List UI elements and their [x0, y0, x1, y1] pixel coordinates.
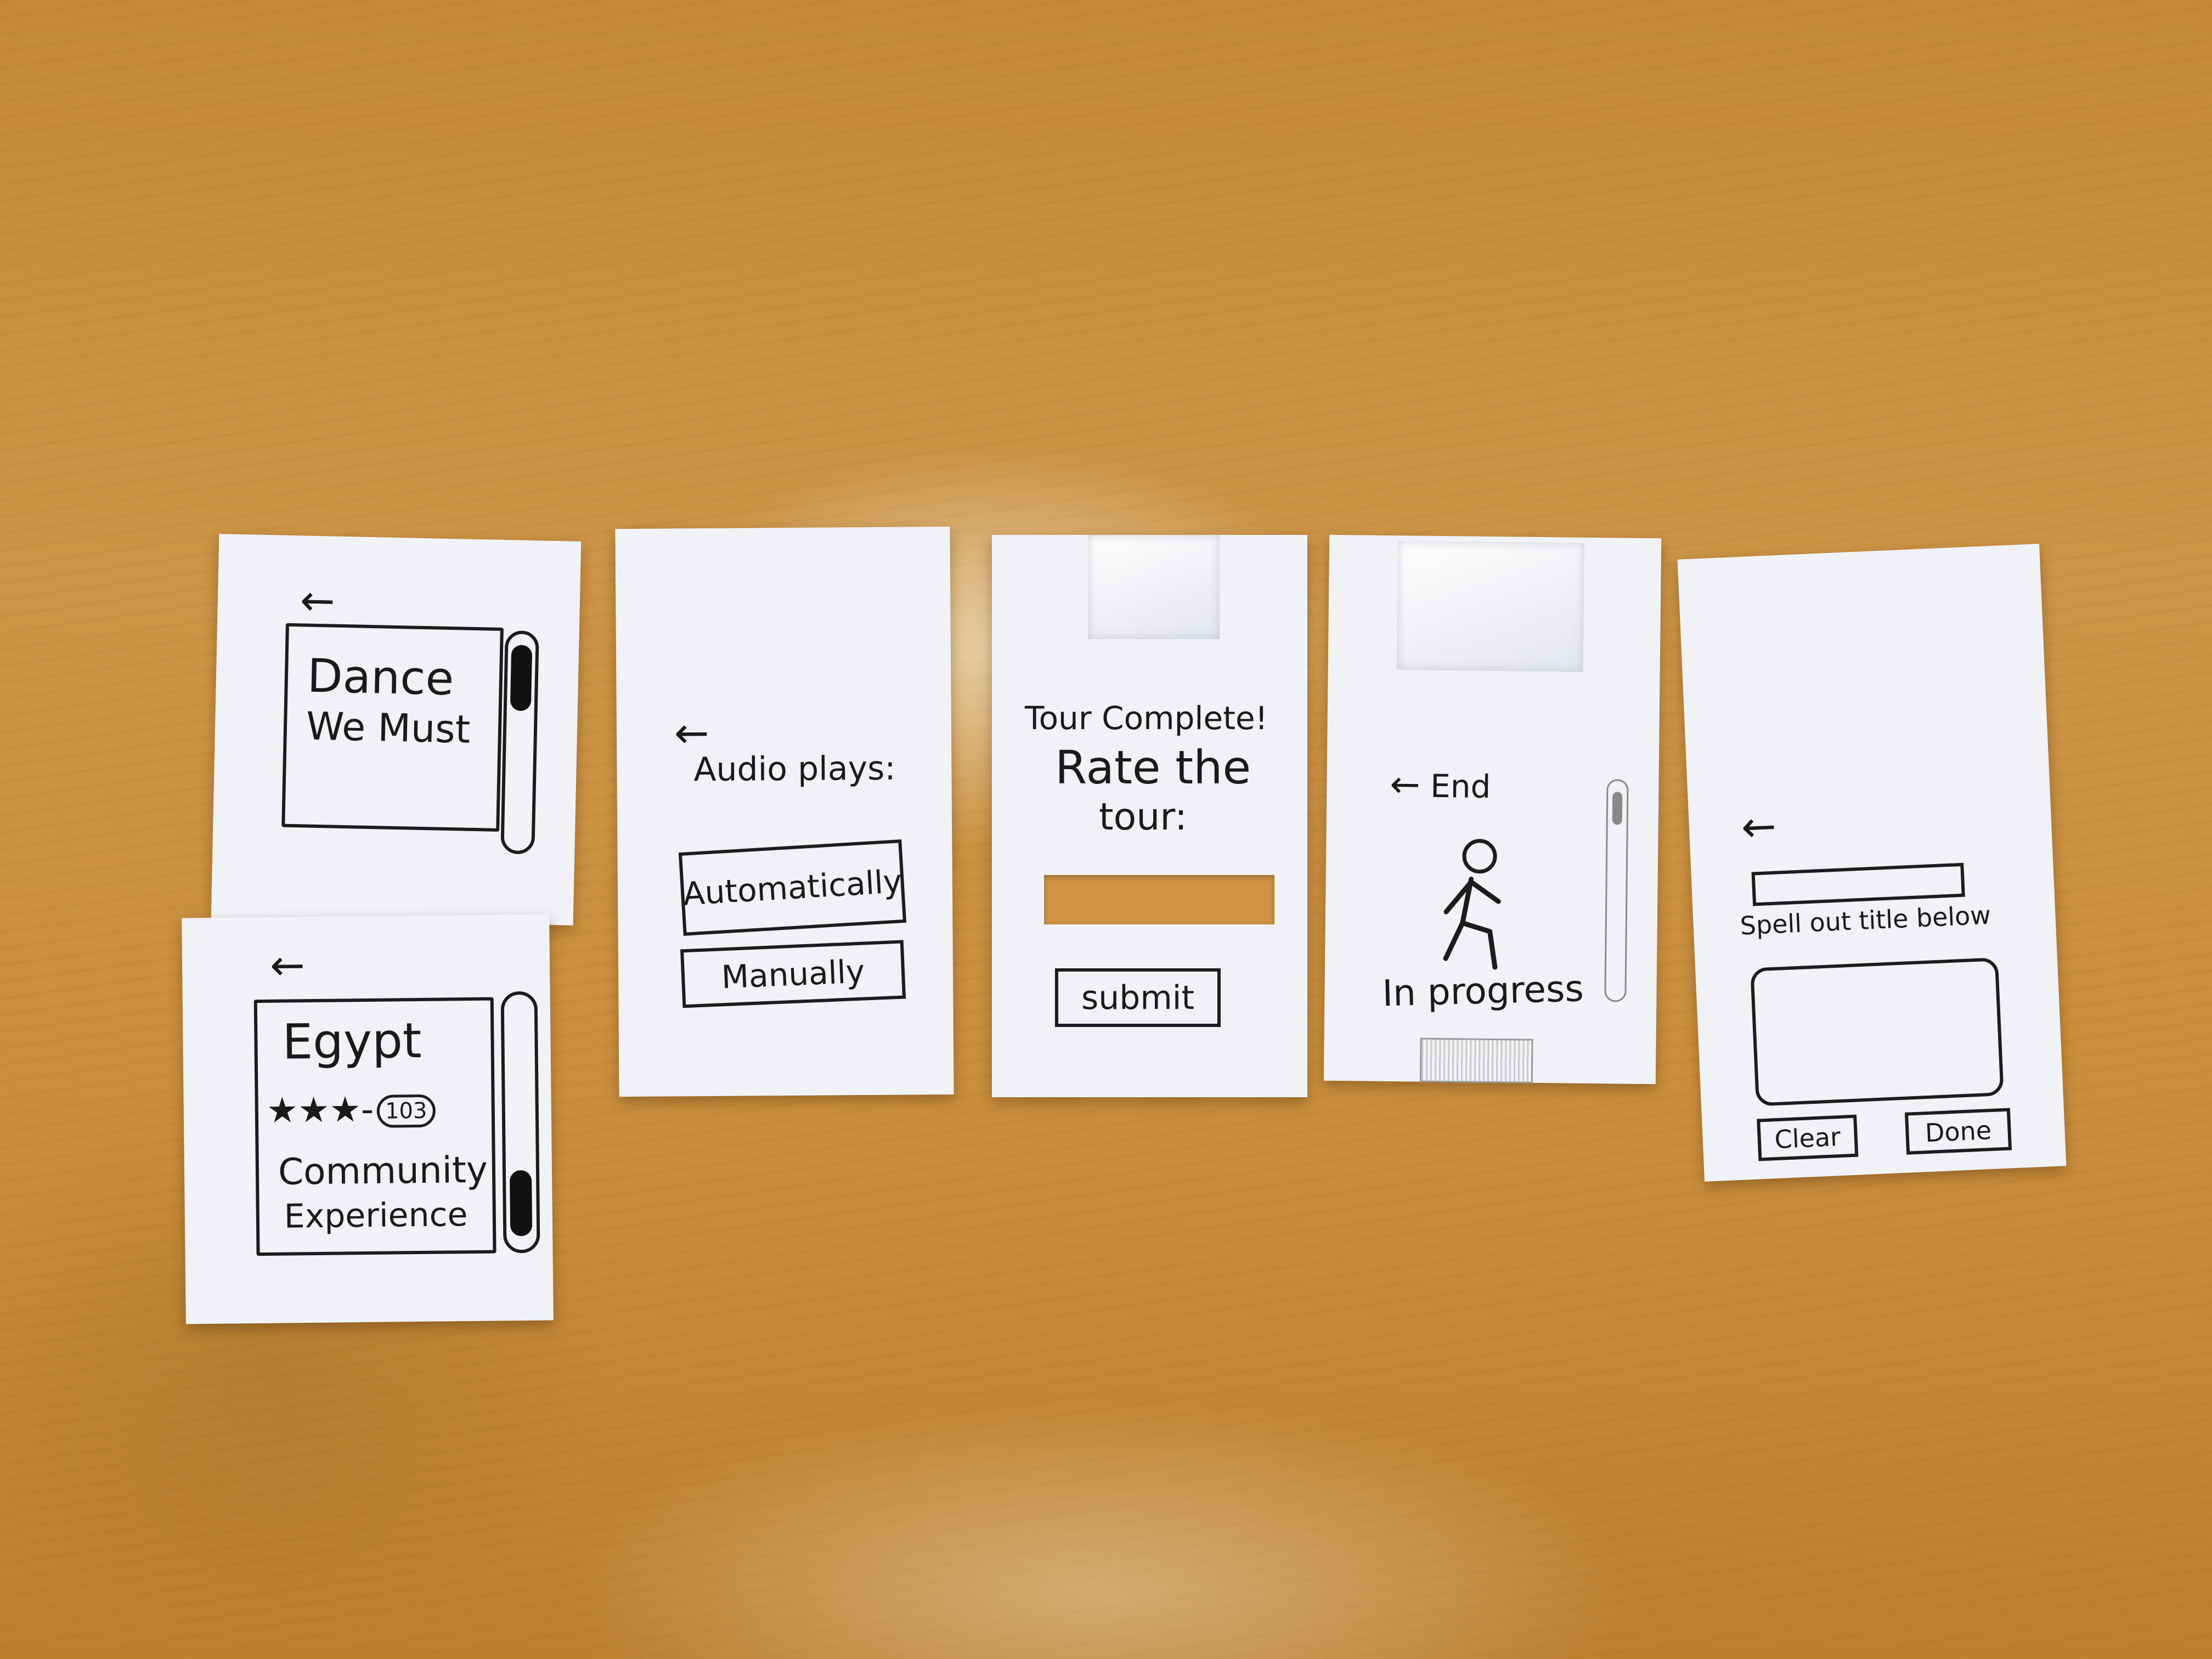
clear-button[interactable]: Clear	[1757, 1114, 1859, 1161]
tour-title-line1: Dance	[306, 648, 455, 706]
tour-title-line2: We Must	[306, 703, 471, 752]
egypt-card: ← Egypt ★★★- 103 Community Experience	[182, 914, 554, 1324]
end-button[interactable]: ← End	[1390, 763, 1491, 806]
tape-strip	[1396, 541, 1585, 672]
progress-status: In progress	[1381, 967, 1584, 1015]
back-arrow-icon[interactable]: ←	[270, 940, 306, 990]
progress-bar	[1419, 1037, 1533, 1084]
scroll-thumb[interactable]	[509, 1170, 533, 1237]
title-text-field[interactable]	[1751, 862, 1965, 906]
submit-button[interactable]: submit	[1055, 968, 1221, 1027]
tape-strip	[1088, 535, 1220, 639]
automatically-button[interactable]: Automatically	[678, 839, 907, 936]
manually-button[interactable]: Manually	[680, 940, 906, 1008]
spell-title-card: ← Spell out title below Clear Done	[1677, 544, 2067, 1182]
back-arrow-icon[interactable]: ←	[1740, 802, 1778, 852]
tour-complete-card: Tour Complete! Rate the tour: submit	[992, 535, 1307, 1097]
rate-prompt-line2: tour:	[1099, 795, 1188, 839]
tour-tile-egypt[interactable]: Egypt ★★★- 103 Community Experience	[253, 997, 496, 1256]
tour-subtitle-line1: Community	[278, 1148, 488, 1193]
back-arrow-icon[interactable]: ←	[300, 575, 336, 625]
tour-title: Egypt	[281, 1012, 422, 1070]
person-walking-icon	[1443, 839, 1501, 970]
back-arrow-icon: ←	[1390, 763, 1421, 806]
dance-card: ← Dance We Must	[211, 534, 582, 926]
star-rating: ★★★- 103	[266, 1089, 436, 1131]
in-progress-card: ← End In progress	[1323, 534, 1662, 1085]
tour-subtitle-line2: Experience	[284, 1195, 468, 1236]
back-arrow-icon[interactable]: ←	[674, 708, 709, 757]
stars-icon: ★★★	[266, 1090, 362, 1131]
tour-tile-dance[interactable]: Dance We Must	[281, 623, 504, 832]
handwriting-canvas[interactable]	[1750, 957, 2004, 1107]
scroll-thumb[interactable]	[1612, 792, 1623, 825]
rating-input-cutout[interactable]	[1044, 875, 1274, 924]
scrollbar[interactable]	[500, 630, 539, 855]
rating-count-badge: 103	[376, 1094, 436, 1128]
audio-heading: Audio plays:	[693, 749, 896, 789]
end-label: End	[1430, 767, 1491, 805]
spell-instruction: Spell out title below	[1739, 900, 1991, 941]
scrollbar[interactable]	[500, 991, 540, 1254]
progress-scrollbar[interactable]	[1604, 779, 1629, 1002]
done-button[interactable]: Done	[1904, 1108, 2012, 1155]
rate-prompt-line1: Rate the	[1055, 741, 1251, 794]
scroll-thumb[interactable]	[510, 645, 533, 712]
complete-heading: Tour Complete!	[1025, 699, 1268, 737]
rating-dash: -	[360, 1089, 374, 1131]
audio-settings-card: ← Audio plays: Automatically Manually	[615, 526, 954, 1097]
